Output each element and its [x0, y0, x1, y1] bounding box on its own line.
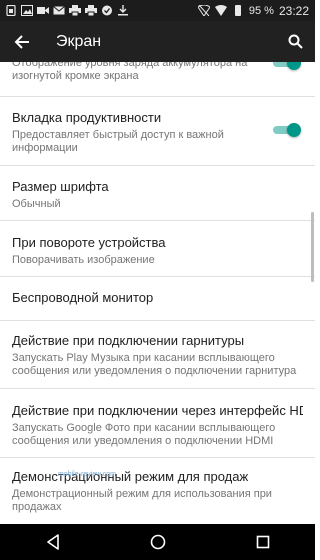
nav-recents-icon — [256, 535, 269, 549]
navigation-bar — [0, 524, 315, 560]
battery-icon — [232, 5, 244, 16]
image-icon — [21, 5, 33, 16]
setting-subtitle: Отображение уровня заряда аккумулятора н… — [12, 62, 248, 82]
divider — [0, 457, 315, 458]
setting-title: Размер шрифта — [12, 179, 109, 194]
settings-list: Отображение уровня заряда аккумулятора н… — [0, 62, 315, 524]
setting-title: При повороте устройства — [12, 235, 166, 250]
wifi-off-icon — [197, 5, 210, 16]
sim-icon — [5, 5, 17, 16]
arrow-back-icon — [14, 34, 29, 49]
nav-recents-button[interactable] — [243, 524, 283, 560]
setting-headset-action[interactable]: Действие при подключении гарнитуры Запус… — [0, 333, 315, 378]
divider — [0, 165, 315, 166]
setting-hdmi-action[interactable]: Действие при подключении через интерфейс… — [0, 403, 315, 448]
setting-subtitle: Запускать Google Фото при касании всплыв… — [12, 422, 276, 447]
setting-subtitle: Обычный — [12, 198, 61, 210]
status-bar: 95 % 23:22 — [0, 0, 315, 21]
video-icon — [37, 5, 49, 16]
print-icon — [69, 5, 81, 16]
download-icon — [117, 5, 129, 16]
setting-subtitle: Предоставляет быстрый доступ к важной ин… — [12, 129, 224, 154]
setting-subtitle: Запускать Play Музыка при касании всплыв… — [12, 352, 297, 377]
setting-subtitle: Демонстрационный режим для использования… — [12, 488, 272, 513]
divider — [0, 220, 315, 221]
nav-home-icon — [150, 534, 165, 550]
clock: 23:22 — [278, 3, 309, 18]
search-button[interactable] — [275, 21, 315, 62]
nav-home-button[interactable] — [138, 524, 178, 560]
circle-icon — [101, 5, 113, 16]
mail-icon — [53, 5, 65, 16]
divider — [0, 320, 315, 321]
page-title: Экран — [56, 32, 102, 50]
watermark: mobile-review.com — [58, 471, 116, 478]
setting-rotation[interactable]: При повороте устройства Поворачивать изо… — [0, 235, 315, 267]
print-icon — [85, 5, 97, 16]
setting-title: Вкладка продуктивности — [12, 110, 162, 125]
setting-title: Действие при подключении через интерфейс… — [12, 403, 303, 418]
battery-level: 95 % — [248, 4, 274, 17]
setting-title: Демонстрационный режим для продаж — [12, 469, 249, 484]
divider — [0, 276, 315, 277]
productivity-toggle[interactable] — [267, 123, 301, 137]
setting-demo-mode[interactable]: Демонстрационный режим для продаж Демонс… — [0, 469, 315, 514]
scrollbar[interactable] — [311, 212, 314, 282]
nav-back-button[interactable] — [33, 524, 73, 560]
back-button[interactable] — [0, 21, 44, 62]
divider — [0, 388, 315, 389]
wifi-icon — [214, 5, 227, 16]
nav-back-icon — [46, 534, 59, 550]
setting-title: Беспроводной монитор — [12, 290, 154, 305]
setting-title: Действие при подключении гарнитуры — [12, 333, 245, 348]
battery-edge-toggle[interactable] — [267, 62, 301, 70]
app-bar: Экран — [0, 21, 315, 62]
setting-font-size[interactable]: Размер шрифта Обычный — [0, 179, 315, 211]
search-icon — [288, 34, 303, 49]
setting-subtitle: Поворачивать изображение — [12, 254, 155, 266]
setting-wireless-display[interactable]: Беспроводной монитор — [0, 290, 315, 306]
divider — [0, 96, 315, 97]
